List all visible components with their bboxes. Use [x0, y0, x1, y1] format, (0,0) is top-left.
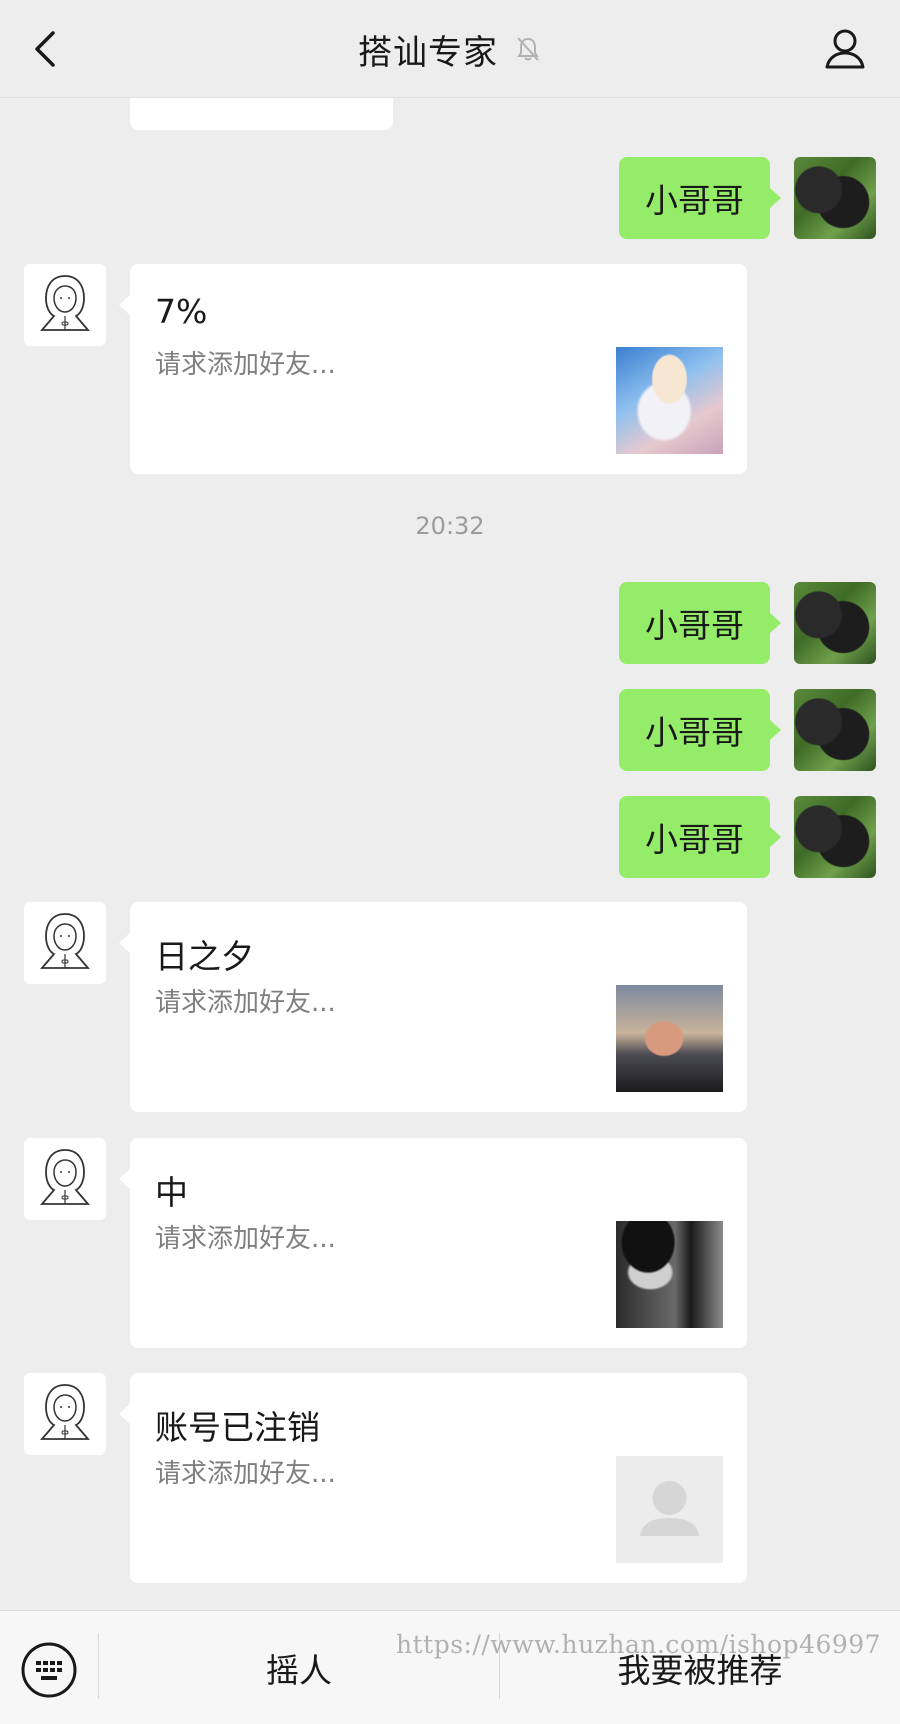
- toolbar-menu-shake-people[interactable]: 摇人: [99, 1611, 499, 1724]
- outgoing-message[interactable]: 小哥哥: [619, 796, 781, 878]
- card-user-name: 日之夕: [155, 937, 254, 976]
- my-avatar[interactable]: [794, 582, 876, 664]
- card-user-name: 账号已注销: [155, 1408, 320, 1447]
- bot-avatar[interactable]: [24, 902, 106, 984]
- bottom-toolbar: 摇人 我要被推荐: [0, 1610, 900, 1724]
- toolbar-menu-recommend-me[interactable]: 我要被推荐: [500, 1611, 900, 1724]
- friend-request-card[interactable]: 中 请求添加好友...: [119, 1138, 747, 1348]
- friend-request-card[interactable]: 7% 请求添加好友...: [119, 264, 747, 474]
- mute-bell-icon: [517, 37, 539, 61]
- person-icon: [825, 29, 865, 69]
- bot-avatar[interactable]: [24, 264, 106, 346]
- card-description: 请求添加好友...: [155, 1459, 336, 1489]
- card-description: 请求添加好友...: [155, 350, 336, 380]
- partial-message-card[interactable]: [130, 98, 393, 130]
- card-user-name: 7%: [155, 292, 208, 331]
- card-user-photo: [616, 985, 723, 1092]
- card-user-photo: [616, 1221, 723, 1328]
- friend-request-card[interactable]: 账号已注销 请求添加好友...: [119, 1373, 747, 1583]
- watermark-text: https://www.huzhan.com/ishop46997: [396, 1630, 882, 1659]
- keyboard-icon: [21, 1642, 77, 1698]
- hooded-figure-icon: [40, 275, 90, 331]
- default-avatar: [616, 1456, 723, 1563]
- message-timestamp: 20:32: [415, 512, 485, 540]
- person-placeholder-icon: [640, 1481, 699, 1536]
- friend-request-card[interactable]: 日之夕 请求添加好友...: [119, 902, 747, 1112]
- my-avatar[interactable]: [794, 157, 876, 239]
- card-description: 请求添加好友...: [155, 1224, 336, 1254]
- my-avatar[interactable]: [794, 796, 876, 878]
- hooded-figure-icon: [40, 1384, 90, 1440]
- keyboard-button[interactable]: [20, 1641, 78, 1699]
- chat-title: 搭讪专家: [358, 32, 498, 73]
- outgoing-message[interactable]: 小哥哥: [619, 582, 781, 664]
- my-avatar[interactable]: [794, 689, 876, 771]
- card-user-name: 中: [155, 1173, 188, 1212]
- hooded-figure-icon: [40, 1149, 90, 1205]
- chat-info-button[interactable]: [820, 24, 870, 74]
- bot-avatar[interactable]: [24, 1138, 106, 1220]
- message-list[interactable]: 小哥哥 7% 请求添加好友... 20:32 小哥哥 小哥哥 小哥哥 日之夕 请…: [0, 98, 900, 1610]
- card-user-photo: [616, 347, 723, 454]
- card-description: 请求添加好友...: [155, 988, 336, 1018]
- outgoing-message[interactable]: 小哥哥: [619, 689, 781, 771]
- hooded-figure-icon: [40, 913, 90, 969]
- chat-header: 搭讪专家: [0, 0, 900, 98]
- outgoing-message[interactable]: 小哥哥: [619, 157, 781, 239]
- bot-avatar[interactable]: [24, 1373, 106, 1455]
